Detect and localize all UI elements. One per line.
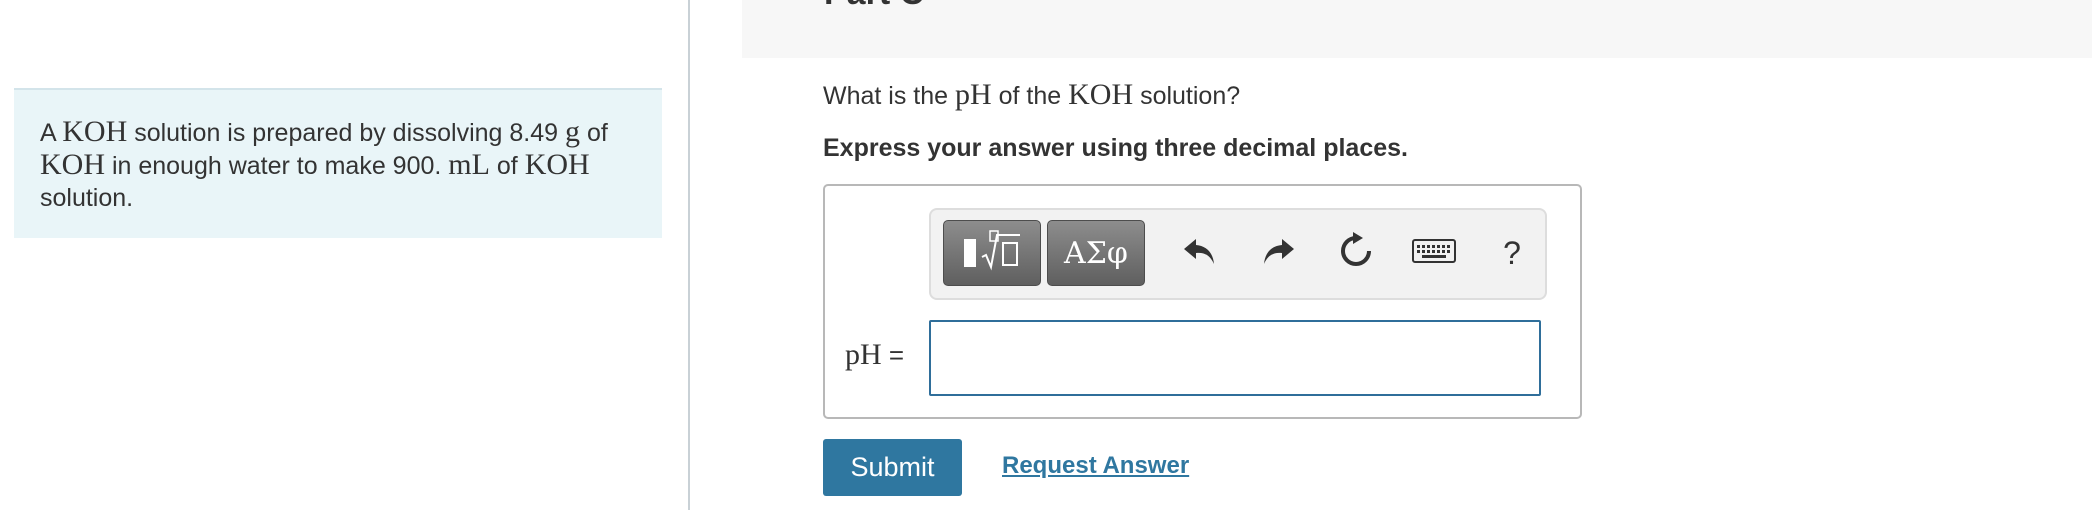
chem-formula: KOH	[40, 148, 105, 181]
problem-text-5: of	[489, 152, 525, 180]
greek-symbols-label: ΑΣφ	[1064, 235, 1128, 271]
chem-formula: KOH	[62, 115, 128, 148]
answer-label-equals: =	[881, 340, 905, 370]
part-title: Part C	[824, 0, 924, 13]
redo-button[interactable]	[1253, 228, 1303, 278]
unit-milliliters: mL	[448, 148, 490, 181]
keyboard-button[interactable]	[1409, 228, 1459, 278]
reset-icon	[1337, 231, 1375, 275]
undo-icon	[1182, 235, 1218, 272]
problem-text-1: A	[40, 119, 63, 147]
chem-formula: KOH	[524, 148, 590, 181]
question-seg: solution?	[1133, 82, 1241, 110]
problem-text-4: in enough water to make 900.	[105, 152, 449, 180]
answer-label-ph: pH	[845, 338, 882, 371]
column-divider	[688, 0, 690, 510]
templates-button[interactable]	[943, 220, 1041, 286]
problem-text-2: solution is prepared by dissolving 8.49	[127, 119, 566, 147]
question-seg: of the	[991, 82, 1069, 110]
help-label: ?	[1503, 234, 1521, 271]
math-toolbar: ΑΣφ ?	[929, 208, 1547, 300]
ph-term: pH	[955, 78, 992, 111]
problem-text-3: of	[580, 119, 608, 147]
unit-grams: g	[565, 115, 581, 148]
answer-instruction: Express your answer using three decimal …	[823, 134, 1408, 162]
request-answer-link[interactable]: Request Answer	[1002, 452, 1189, 480]
answer-box: ΑΣφ ? pH =	[823, 184, 1582, 419]
keyboard-icon	[1412, 237, 1456, 270]
problem-statement: A KOH solution is prepared by dissolving…	[14, 88, 662, 238]
question-seg: What is the	[823, 82, 955, 110]
help-button[interactable]: ?	[1487, 228, 1537, 278]
submit-button[interactable]: Submit	[823, 439, 962, 496]
greek-symbols-button[interactable]: ΑΣφ	[1047, 220, 1145, 286]
undo-button[interactable]	[1175, 228, 1225, 278]
reset-button[interactable]	[1331, 228, 1381, 278]
redo-icon	[1260, 235, 1296, 272]
part-header: Part C	[742, 0, 2092, 58]
question-text: What is the pH of the KOH solution?	[823, 78, 1240, 112]
answer-label: pH =	[845, 338, 904, 372]
chem-formula: KOH	[1068, 78, 1134, 111]
problem-text-6: solution.	[40, 184, 134, 212]
templates-sqrt-icon	[960, 229, 1024, 278]
answer-input[interactable]	[929, 320, 1541, 396]
